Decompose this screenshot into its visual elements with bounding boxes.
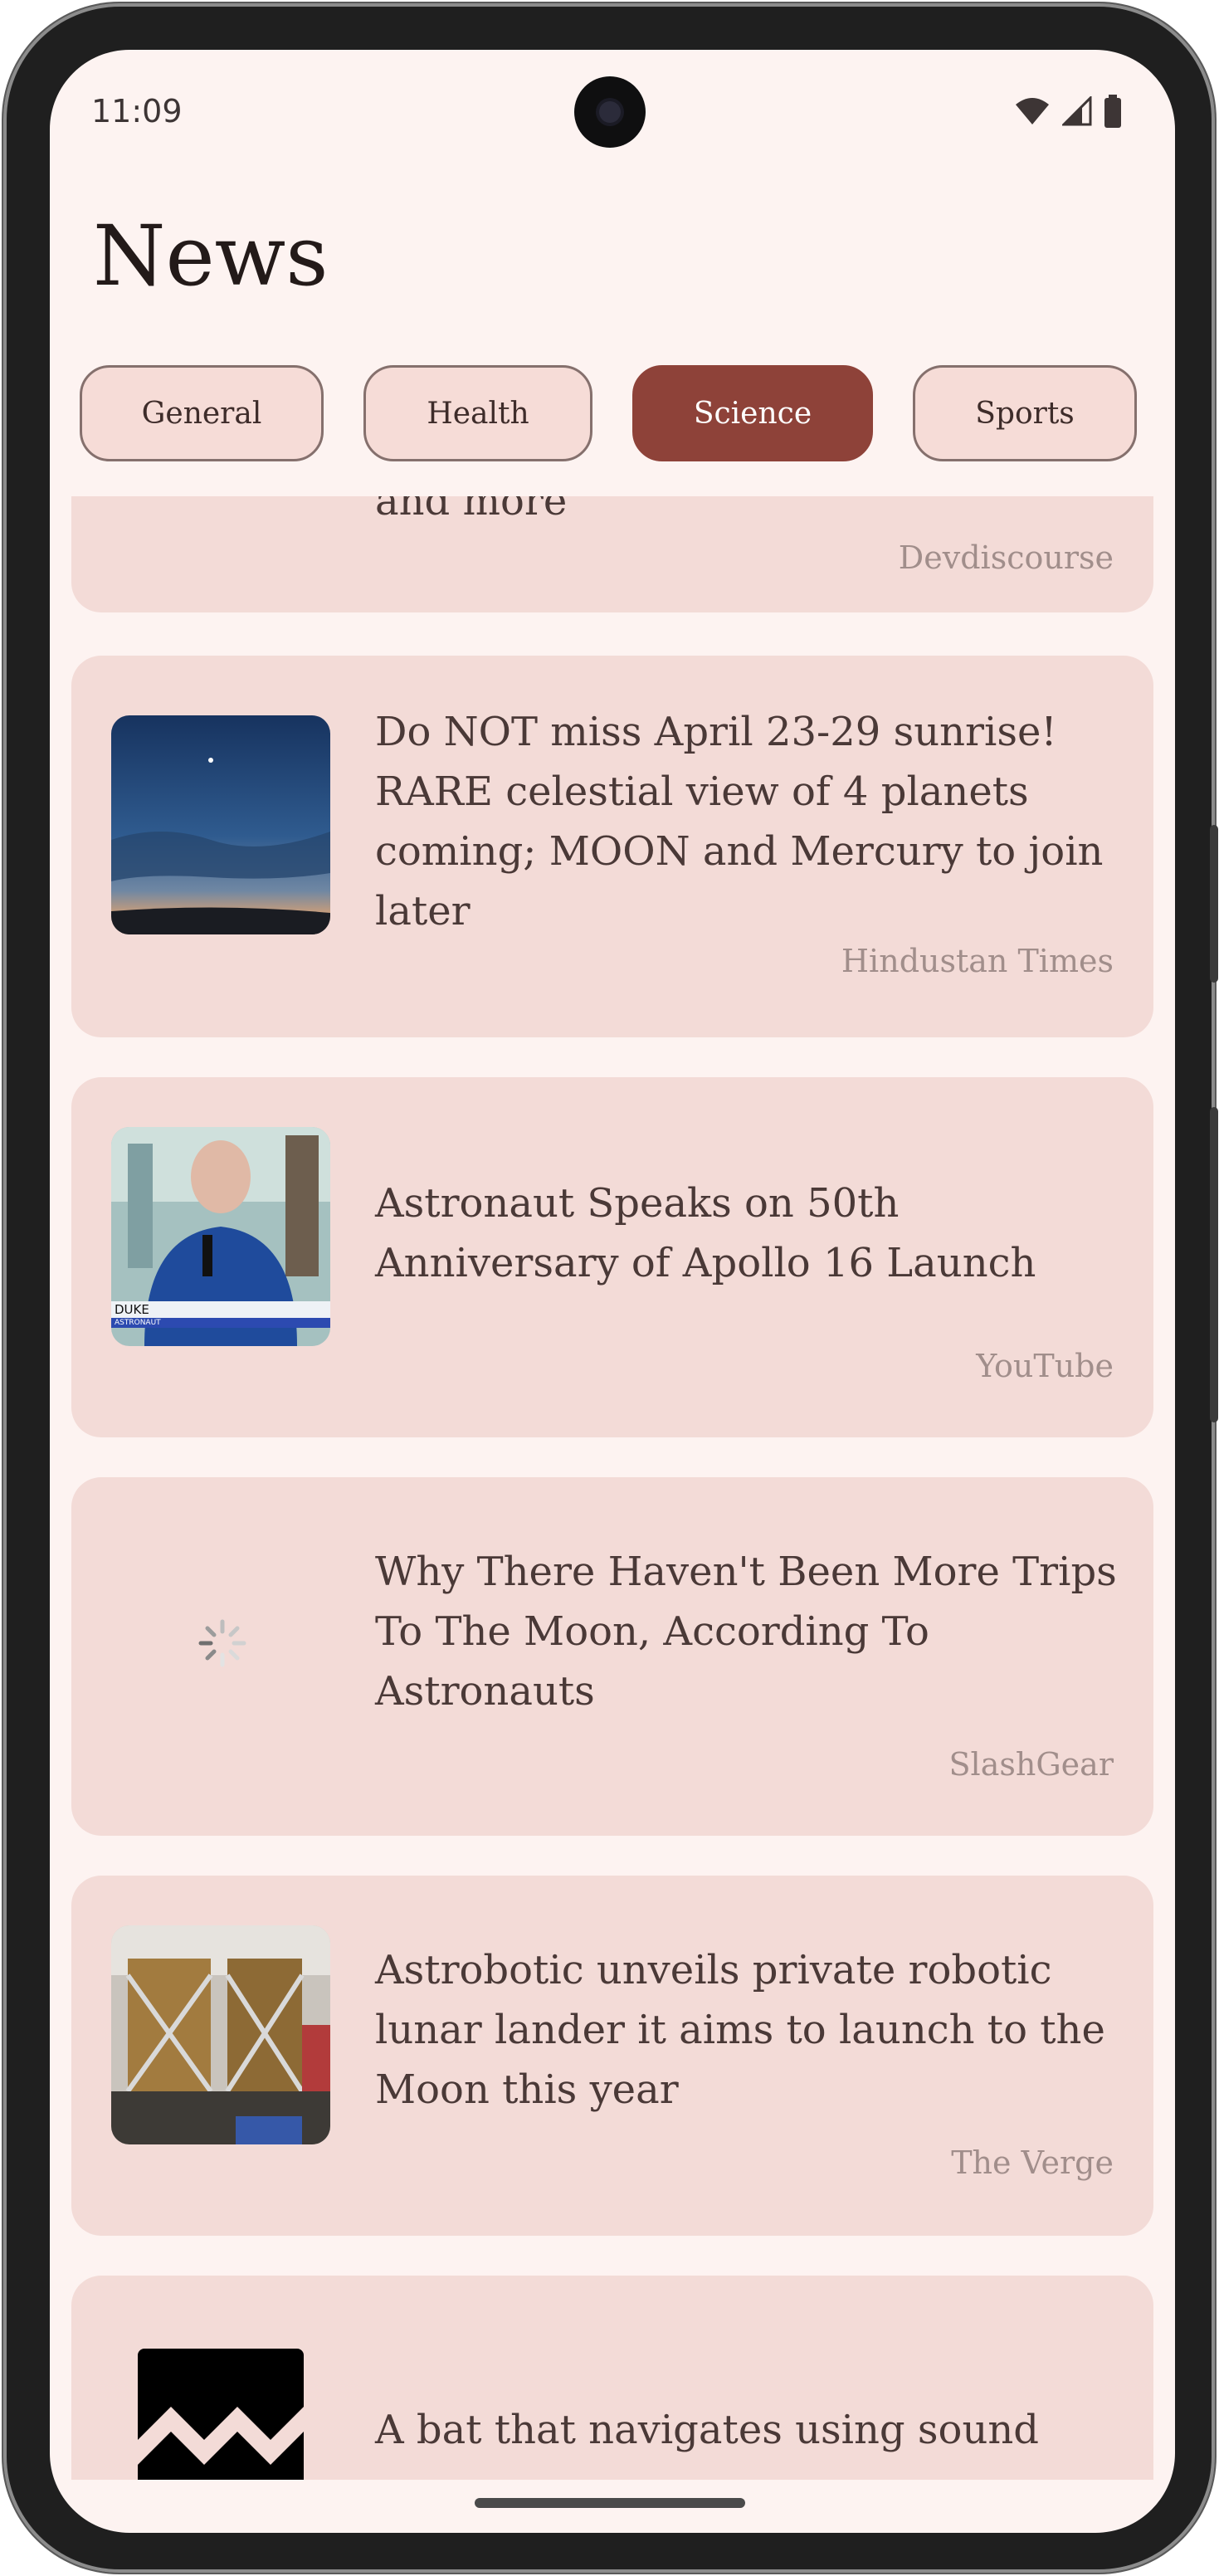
- thumbnail-name-tag-sub: ASTRONAUT: [115, 1319, 161, 1327]
- article-headline: Why There Haven't Been More Trips To The…: [375, 1549, 1117, 1715]
- volume-button: [1210, 1107, 1218, 1422]
- status-icons: [1014, 95, 1122, 128]
- thumbnail-name-tag: DUKE: [115, 1302, 149, 1317]
- article-source: Hindustan Times: [841, 943, 1114, 979]
- article-card[interactable]: Why There Haven't Been More Trips To The…: [71, 1477, 1153, 1836]
- battery-icon: [1104, 95, 1121, 128]
- article-list[interactable]: and more Devdiscourse Do NOT miss April …: [50, 496, 1175, 2480]
- article-headline: and more: [375, 496, 568, 524]
- article-card[interactable]: A bat that navigates using sound: [71, 2276, 1153, 2480]
- article-thumbnail: [111, 715, 330, 934]
- article-card[interactable]: Do NOT miss April 23-29 sunrise! RARE ce…: [71, 656, 1153, 1037]
- article-headline: Do NOT miss April 23-29 sunrise! RARE ce…: [375, 709, 1104, 934]
- screen: 11:09 News General Health Science Sports…: [50, 50, 1175, 2533]
- article-thumbnail: DUKE ASTRONAUT: [111, 1127, 330, 1346]
- wifi-icon: [1016, 98, 1049, 124]
- article-source: YouTube: [976, 1348, 1114, 1384]
- article-source: Devdiscourse: [898, 539, 1114, 576]
- lunar-lander-photo: [111, 1925, 330, 2144]
- home-indicator[interactable]: [475, 2498, 745, 2508]
- article-card[interactable]: Astrobotic unveils private robotic lunar…: [71, 1876, 1153, 2236]
- zigzag-logo: [138, 2349, 304, 2480]
- article-thumbnail: [111, 1925, 330, 2144]
- page-title: News: [93, 207, 329, 305]
- front-camera: [574, 76, 646, 148]
- article-source: The Verge: [951, 2144, 1114, 2181]
- phone-frame: 11:09 News General Health Science Sports…: [3, 3, 1218, 2573]
- article-source: SlashGear: [948, 1746, 1114, 1783]
- tab-general[interactable]: General: [80, 365, 324, 461]
- article-card[interactable]: DUKE ASTRONAUT Astronaut Speaks on 50th …: [71, 1077, 1153, 1437]
- article-thumbnail: [138, 2349, 304, 2480]
- tab-science[interactable]: Science: [632, 365, 873, 461]
- power-button: [1210, 825, 1218, 983]
- status-time: 11:09: [91, 93, 183, 129]
- category-tabs: General Health Science Sports: [80, 365, 1150, 465]
- status-bar: 11:09: [50, 50, 1175, 166]
- tab-health[interactable]: Health: [363, 365, 592, 461]
- article-headline: Astronaut Speaks on 50th Anniversary of …: [375, 1180, 1036, 1286]
- article-headline: Astrobotic unveils private robotic lunar…: [375, 1947, 1105, 2113]
- article-headline: A bat that navigates using sound: [375, 2407, 1039, 2453]
- night-sky-photo: [111, 715, 330, 934]
- astronaut-photo: DUKE ASTRONAUT: [111, 1127, 330, 1346]
- tab-sports[interactable]: Sports: [913, 365, 1137, 461]
- loading-spinner-icon: [198, 1619, 246, 1667]
- article-card[interactable]: and more Devdiscourse: [71, 496, 1153, 612]
- signal-icon: [1062, 96, 1092, 126]
